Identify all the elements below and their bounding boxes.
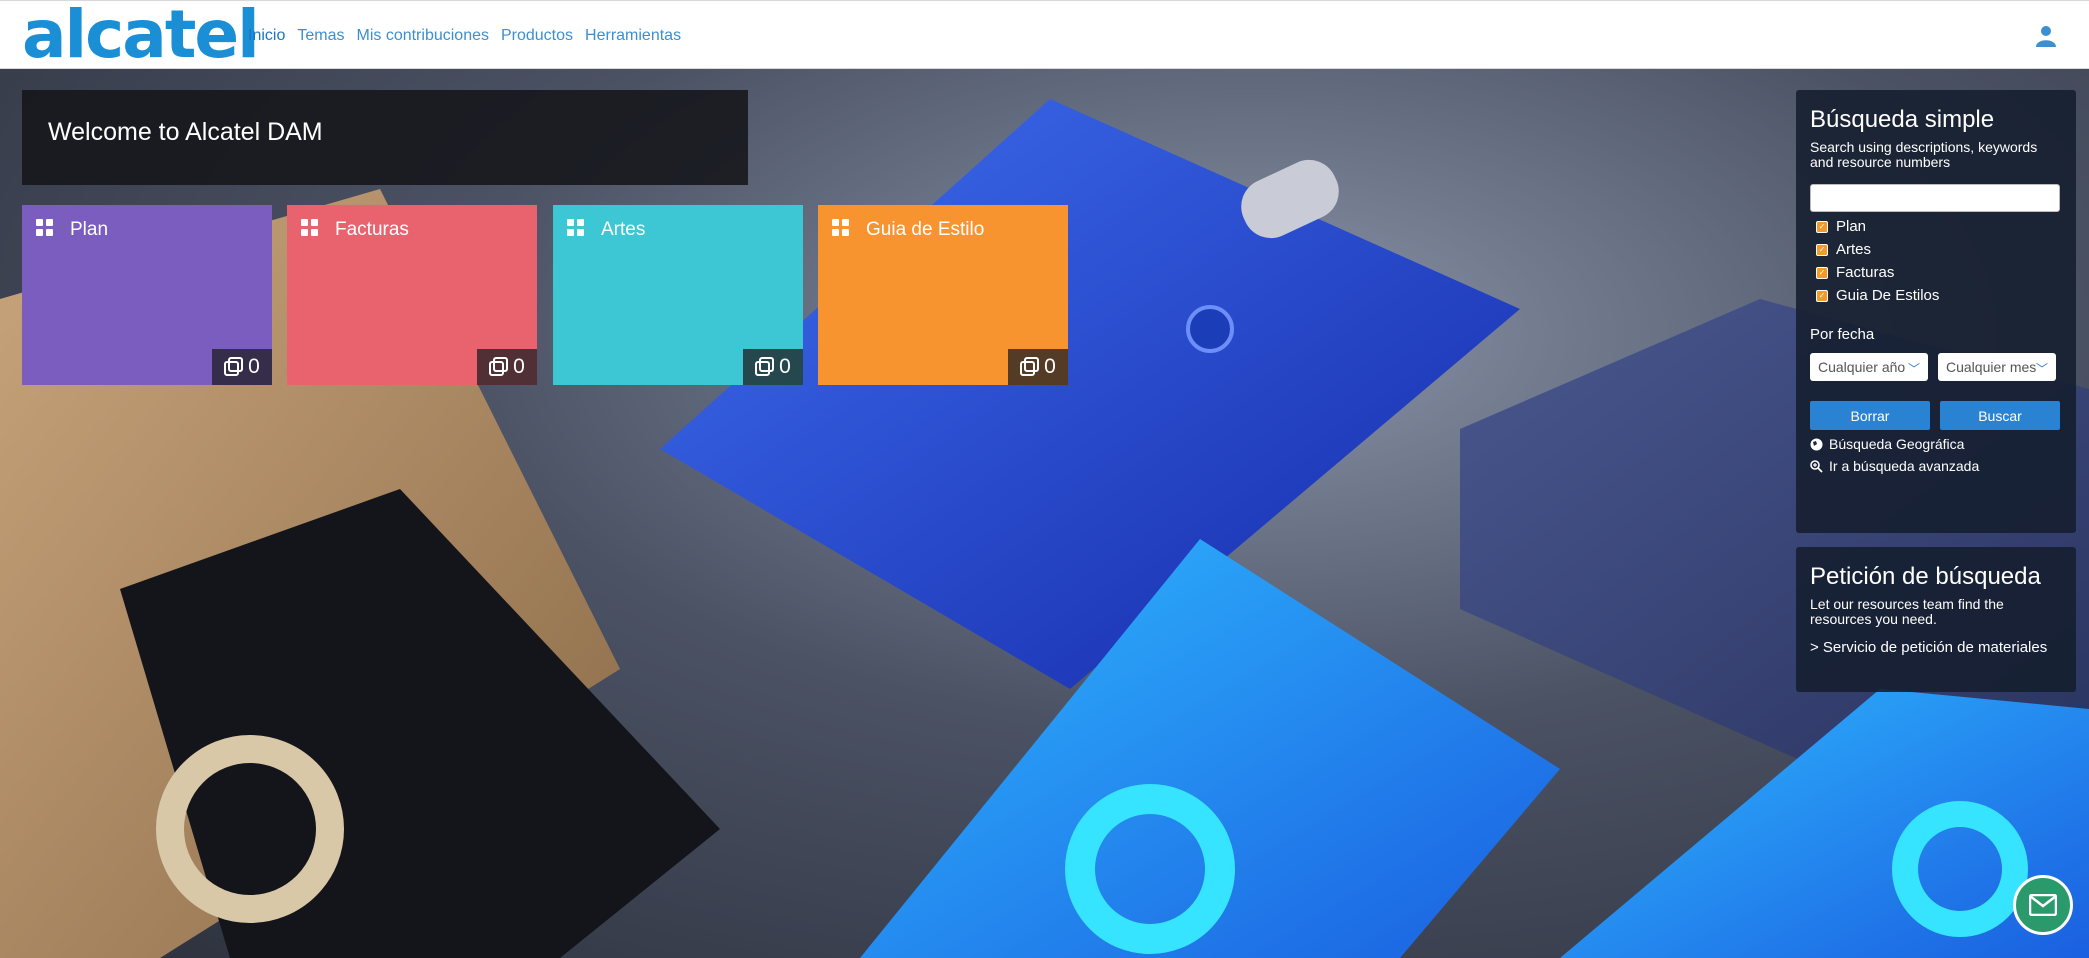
checkbox-plan[interactable]: ✓ Plan	[1810, 218, 2062, 235]
tile-artes[interactable]: Artes 0	[553, 205, 803, 385]
grid-icon	[36, 219, 53, 236]
advanced-search-label: Ir a búsqueda avanzada	[1829, 458, 1980, 474]
zoom-icon	[1810, 459, 1823, 473]
date-selects: Cualquier año ﹀ Cualquier mes ﹀	[1810, 353, 2062, 381]
chevron-down-icon: ﹀	[1907, 362, 1920, 376]
checkbox-guia-de-estilos[interactable]: ✓ Guia De Estilos	[1810, 287, 2062, 304]
tile-guia-de-estilo[interactable]: Guia de Estilo 0	[818, 205, 1068, 385]
geo-search-link[interactable]: Búsqueda Geográfica	[1810, 436, 2062, 452]
nav-productos[interactable]: Productos	[501, 27, 573, 45]
tile-label: Guia de Estilo	[866, 219, 985, 240]
envelope-icon	[2029, 894, 2057, 916]
simple-search-panel: Búsqueda simple Search using description…	[1796, 90, 2076, 533]
tile-count-value: 0	[513, 355, 525, 378]
grid-icon	[832, 219, 849, 236]
alcatel-logo[interactable]: alcatel	[22, 2, 260, 68]
tile-label: Plan	[70, 219, 109, 240]
nav-temas[interactable]: Temas	[297, 27, 344, 45]
checkbox-checked-icon[interactable]: ✓	[1816, 266, 1828, 279]
nav-mis-contribuciones[interactable]: Mis contribuciones	[356, 27, 489, 45]
mail-button[interactable]	[2013, 875, 2073, 935]
tile-plan[interactable]: Plan 0	[22, 205, 272, 385]
request-subtitle: Let our resources team find the resource…	[1810, 596, 2004, 627]
checkbox-artes[interactable]: ✓ Artes	[1810, 241, 2062, 258]
phones-illustration	[0, 99, 2089, 958]
nav-inicio[interactable]: Inicio	[248, 27, 285, 45]
tile-count: 0	[743, 349, 803, 385]
checkbox-checked-icon[interactable]: ✓	[1816, 243, 1828, 256]
tile-facturas[interactable]: Facturas 0	[287, 205, 537, 385]
request-title: Petición de búsqueda	[1810, 563, 2041, 590]
checkbox-checked-icon[interactable]: ✓	[1816, 289, 1828, 302]
month-select-value: Cualquier mes	[1946, 359, 2037, 375]
hero-background	[0, 69, 2089, 958]
welcome-banner: Welcome to Alcatel DAM	[22, 90, 748, 185]
checkbox-label: Plan	[1836, 218, 1867, 235]
year-select-value: Cualquier año	[1818, 359, 1906, 375]
year-select[interactable]: Cualquier año ﹀	[1810, 353, 1928, 381]
grid-icon	[301, 219, 318, 236]
checkbox-facturas[interactable]: ✓ Facturas	[1810, 264, 2062, 281]
grid-icon	[567, 219, 584, 236]
search-button[interactable]: Buscar	[1940, 401, 2060, 430]
request-service-link[interactable]: > Servicio de petición de materiales	[1810, 639, 2062, 656]
tile-count: 0	[212, 349, 272, 385]
simple-search-title: Búsqueda simple	[1810, 106, 1995, 133]
tile-count-value: 0	[1044, 355, 1056, 378]
tile-count-value: 0	[248, 355, 260, 378]
search-buttons: Borrar Buscar	[1810, 401, 2062, 430]
tile-label: Artes	[601, 219, 646, 240]
globe-icon	[1810, 438, 1823, 450]
tile-count-value: 0	[779, 355, 791, 378]
top-navbar: alcatel Inicio Temas Mis contribuciones …	[0, 0, 2089, 69]
tile-count: 0	[1008, 349, 1068, 385]
simple-search-subtitle: Search using descriptions, keywords and …	[1810, 139, 2038, 170]
tile-count: 0	[477, 349, 537, 385]
checkbox-label: Artes	[1836, 241, 1872, 258]
copy-icon	[224, 357, 244, 376]
main-nav: Inicio Temas Mis contribuciones Producto…	[248, 27, 681, 45]
checkbox-label: Guia De Estilos	[1836, 287, 1940, 304]
nav-herramientas[interactable]: Herramientas	[585, 27, 681, 45]
copy-icon	[755, 357, 775, 376]
copy-icon	[1020, 357, 1040, 376]
welcome-title: Welcome to Alcatel DAM	[48, 118, 323, 146]
user-icon[interactable]	[2036, 25, 2056, 47]
date-filter-label: Por fecha	[1810, 326, 1875, 343]
geo-search-label: Búsqueda Geográfica	[1829, 436, 1965, 452]
advanced-search-link[interactable]: Ir a búsqueda avanzada	[1810, 458, 2062, 474]
clear-button[interactable]: Borrar	[1810, 401, 1930, 430]
search-request-panel: Petición de búsqueda Let our resources t…	[1796, 547, 2076, 692]
copy-icon	[489, 357, 509, 376]
tile-label: Facturas	[335, 219, 409, 240]
checkbox-label: Facturas	[1836, 264, 1895, 281]
chevron-down-icon: ﹀	[2035, 362, 2048, 376]
checkbox-checked-icon[interactable]: ✓	[1816, 220, 1828, 233]
month-select[interactable]: Cualquier mes ﹀	[1938, 353, 2056, 381]
search-input[interactable]	[1810, 184, 2060, 212]
